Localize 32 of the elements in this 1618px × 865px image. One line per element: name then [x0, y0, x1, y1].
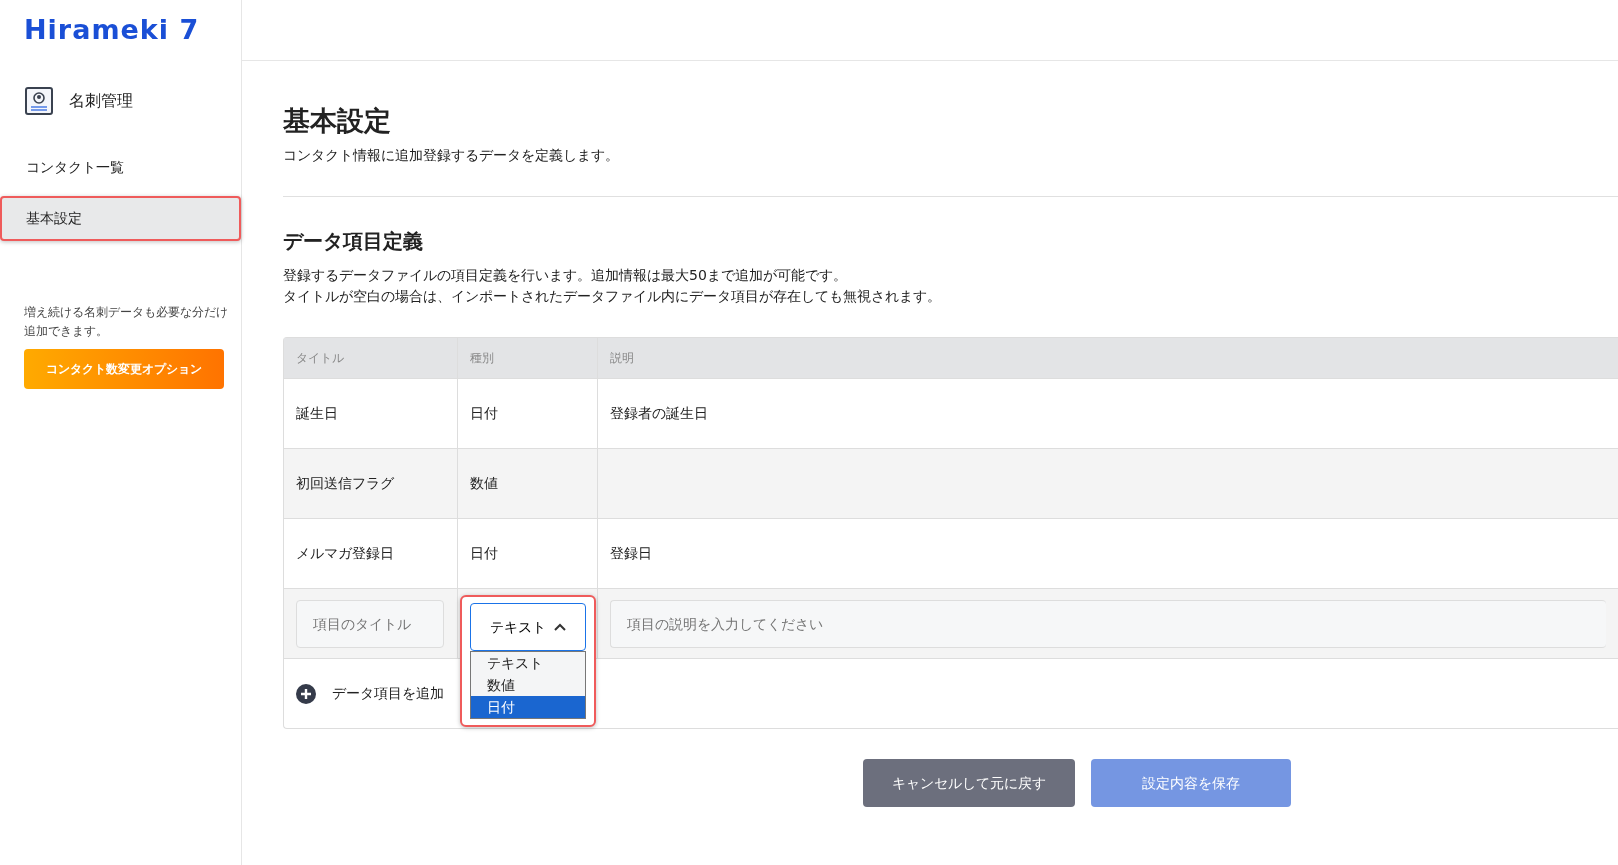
table-cell-text: 数値	[470, 474, 498, 494]
add-item-link[interactable]: データ項目を追加	[332, 683, 444, 705]
dropdown-option[interactable]: 数値	[471, 674, 585, 697]
table-cell-text: 日付	[470, 404, 498, 424]
table-cell-text: メルマガ登録日	[296, 544, 394, 564]
sidebar-item[interactable]: コンタクト一覧	[0, 144, 241, 190]
page-subtitle: コンタクト情報に追加登録するデータを定義します。	[283, 146, 620, 166]
description-field[interactable]: 項目の説明を入力してください	[610, 599, 1606, 648]
table-cell-text: 誕生日	[296, 404, 338, 424]
logo-text: Hirameki 7	[24, 13, 201, 47]
column-header: 種別	[470, 350, 494, 368]
title-field[interactable]: 項目のタイトル	[296, 599, 444, 648]
id-card-icon	[25, 86, 53, 115]
table-cell-text: 登録者の誕生日	[610, 404, 708, 424]
section-title: データ項目定義	[283, 229, 424, 254]
table-cell-text: 初回送信フラグ	[296, 474, 394, 494]
column-header: 説明	[610, 350, 634, 368]
section-label: 名刺管理	[69, 89, 133, 112]
dropdown-option[interactable]: 日付	[471, 696, 585, 719]
type-dropdown[interactable]: テキスト	[470, 603, 586, 652]
table-cell-text: 日付	[470, 544, 498, 564]
cancel-button[interactable]: キャンセルして元に戻す	[863, 759, 1075, 808]
sidebar-item[interactable]: 基本設定	[0, 195, 241, 241]
section-description: 登録するデータファイルの項目定義を行います。追加情報は最大50まで追加が可能です。	[283, 266, 848, 286]
table-cell-text: 登録日	[610, 544, 652, 564]
page-title: 基本設定	[283, 105, 392, 138]
promo-text: 増え続ける名刺データも必要な分だけ追加できます。	[24, 303, 229, 340]
dropdown-option[interactable]: テキスト	[471, 652, 585, 675]
column-header: タイトル	[296, 350, 344, 368]
chevron-icon	[554, 623, 566, 632]
plus-circle-icon[interactable]	[296, 683, 316, 704]
section-description: タイトルが空白の場合は、インポートされたデータファイル内にデータ項目が存在しても無視されます。	[283, 287, 942, 307]
